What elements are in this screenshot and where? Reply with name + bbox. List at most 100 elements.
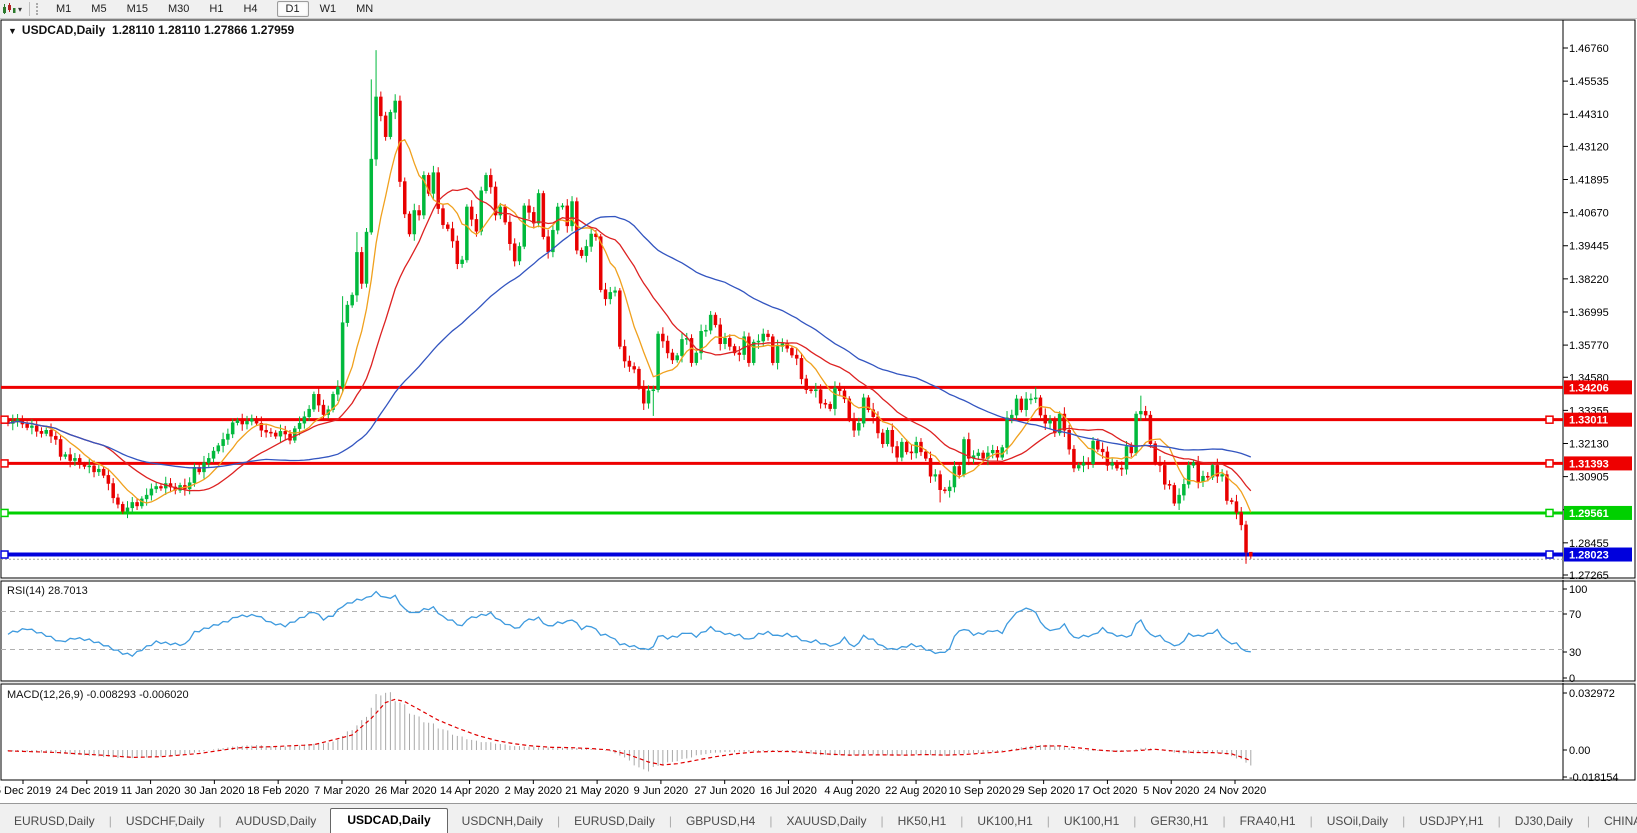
symbol-tab-eurusddaily[interactable]: EURUSD,Daily [0,810,109,833]
symbol-period-label: USDCAD,Daily [22,23,105,37]
price-tick: 1.46760 [1569,43,1609,55]
trading-terminal: { "toolbar": { "chart_tool_caret": "▾", … [0,0,1637,832]
macd-values: -0.008293 -0.006020 [86,689,188,701]
date-label: 5 Nov 2020 [1143,785,1199,797]
date-label: 10 Sep 2020 [949,785,1011,797]
timeframe-button-m15[interactable]: M15 [118,1,157,17]
date-label: 17 Oct 2020 [1077,785,1137,797]
price-tick: 1.41895 [1569,175,1609,187]
symbol-tab-eurusddaily[interactable]: EURUSD,Daily [560,810,669,833]
price-tag-text: 1.31393 [1569,458,1609,470]
symbol-tabs: EURUSD,Daily|USDCHF,Daily|AUDUSD,DailyUS… [0,808,1637,833]
symbol-tab-hk50h1[interactable]: HK50,H1 [884,810,961,833]
price-tick: 1.43120 [1569,141,1609,153]
line-handle-right[interactable] [1546,509,1553,516]
chart-tools-icon[interactable]: ▾ [0,1,25,17]
rsi-name: RSI(14) [7,585,45,597]
timeframe-button-m5[interactable]: M5 [82,1,115,17]
toolbar-separator [29,2,30,16]
symbol-tab-uk100h1[interactable]: UK100,H1 [963,810,1046,833]
symbol-tab-dj30daily[interactable]: DJ30,Daily [1501,810,1587,833]
symbol-tab-usdchfdaily[interactable]: USDCHF,Daily [112,810,219,833]
timeframe-button-m30[interactable]: M30 [159,1,198,17]
timeframe-button-mn[interactable]: MN [347,1,382,17]
date-label: 2 May 2020 [505,785,562,797]
timeframe-button-h1[interactable]: H1 [200,1,232,17]
pane-splitter[interactable] [0,682,1636,683]
symbol-tab-fra40h1[interactable]: FRA40,H1 [1226,810,1310,833]
price-tick: 1.27265 [1569,570,1609,582]
line-handle-left[interactable] [1,416,8,423]
pane-splitter[interactable] [0,579,1636,580]
timeframe-toolbar: ▾ M1M5M15M30H1H4 D1W1MN [0,0,1637,19]
symbol-tab-audusddaily[interactable]: AUDUSD,Daily [222,810,331,833]
date-label: 4 Aug 2020 [824,785,880,797]
date-label: 11 Jan 2020 [121,785,181,797]
symbol-tab-usdcnhdaily[interactable]: USDCNH,Daily [448,810,557,833]
line-handle-right[interactable] [1546,551,1553,558]
timeframe-button-d1[interactable]: D1 [277,1,309,17]
rsi-indicator-label: RSI(14) 28.7013 [7,585,88,597]
macd-name: MACD(12,26,9) [7,689,83,701]
date-label: 27 Jun 2020 [694,785,755,797]
price-tick: 1.39445 [1569,241,1609,253]
macd-tick: -0.018154 [1569,772,1619,784]
line-handle-left[interactable] [1,551,8,558]
chart-title: ▼ USDCAD,Daily 1.28110 1.28110 1.27866 1.… [8,23,294,37]
candlestick-chart-icon [2,3,16,15]
date-label: 24 Nov 2020 [1204,785,1266,797]
price-tick: 1.40670 [1569,208,1609,220]
timeframe-button-h4[interactable]: H4 [234,1,266,17]
symbol-tab-usoildaily[interactable]: USOil,Daily [1313,810,1402,833]
date-label: 9 Jun 2020 [634,785,688,797]
date-label: 5 Dec 2019 [0,785,51,797]
date-label: 29 Sep 2020 [1012,785,1074,797]
price-tick: 1.32130 [1569,438,1609,450]
macd-tick: 0.032972 [1569,688,1615,700]
macd-indicator-label: MACD(12,26,9) -0.008293 -0.006020 [7,689,189,701]
price-tick: 1.45535 [1569,76,1609,88]
chart-canvas[interactable]: 1.46760 1.45535 1.44310 1.43120 1.41895 1.406… [0,0,1637,832]
rsi-value: 28.7013 [48,585,88,597]
line-handle-right[interactable] [1546,460,1553,467]
date-label: 30 Jan 2020 [184,785,245,797]
symbol-tab-xauusddaily[interactable]: XAUUSD,Daily [772,810,880,833]
symbol-tab-uk100h1[interactable]: UK100,H1 [1050,810,1133,833]
symbol-tab-usdjpyh1[interactable]: USDJPY,H1 [1405,810,1497,833]
macd-tick: 0.00 [1569,745,1590,757]
date-label: 21 May 2020 [565,785,629,797]
symbol-tab-ger30h1[interactable]: GER30,H1 [1136,810,1222,833]
pane-border [1,684,1635,780]
symbol-tabbar: EURUSD,Daily|USDCHF,Daily|AUDUSD,DailyUS… [0,803,1637,833]
line-handle-left[interactable] [1,460,8,467]
timeframe-button-w1[interactable]: W1 [311,1,346,17]
timeframe-button-m1[interactable]: M1 [47,1,80,17]
rsi-tick: 30 [1569,647,1581,659]
rsi-tick: 0 [1569,673,1575,685]
price-tag-text: 1.28023 [1569,550,1609,562]
price-tag-text: 1.33011 [1569,415,1608,427]
collapse-data-triangle-icon[interactable]: ▼ [8,26,17,36]
toolbar-grip-handle[interactable] [36,3,41,15]
symbol-tab-china300h1[interactable]: CHINA300,H1 [1590,810,1637,833]
pane-border [1,581,1635,681]
pane-border [1,20,1635,578]
symbol-tab-usdcaddaily[interactable]: USDCAD,Daily [330,808,447,833]
line-handle-right[interactable] [1546,416,1553,423]
rsi-tick: 70 [1569,609,1581,621]
date-label: 22 Aug 2020 [885,785,947,797]
rsi-tick: 100 [1569,584,1587,596]
symbol-tab-gbpusdh4[interactable]: GBPUSD,H4 [672,810,769,833]
date-label: 16 Jul 2020 [760,785,817,797]
date-label: 7 Mar 2020 [314,785,370,797]
price-tick: 1.36995 [1569,307,1609,319]
date-label: 18 Feb 2020 [247,785,309,797]
chevron-down-icon: ▾ [18,5,22,14]
price-tag-text: 1.34206 [1569,382,1609,394]
price-tick: 1.44310 [1569,109,1609,121]
price-tag-text: 1.29561 [1569,508,1609,520]
ohlc-values: 1.28110 1.28110 1.27866 1.27959 [112,23,294,37]
timeframe-buttons: M1M5M15M30H1H4 D1W1MN [46,3,383,16]
price-tick: 1.35770 [1569,340,1609,352]
line-handle-left[interactable] [1,509,8,516]
